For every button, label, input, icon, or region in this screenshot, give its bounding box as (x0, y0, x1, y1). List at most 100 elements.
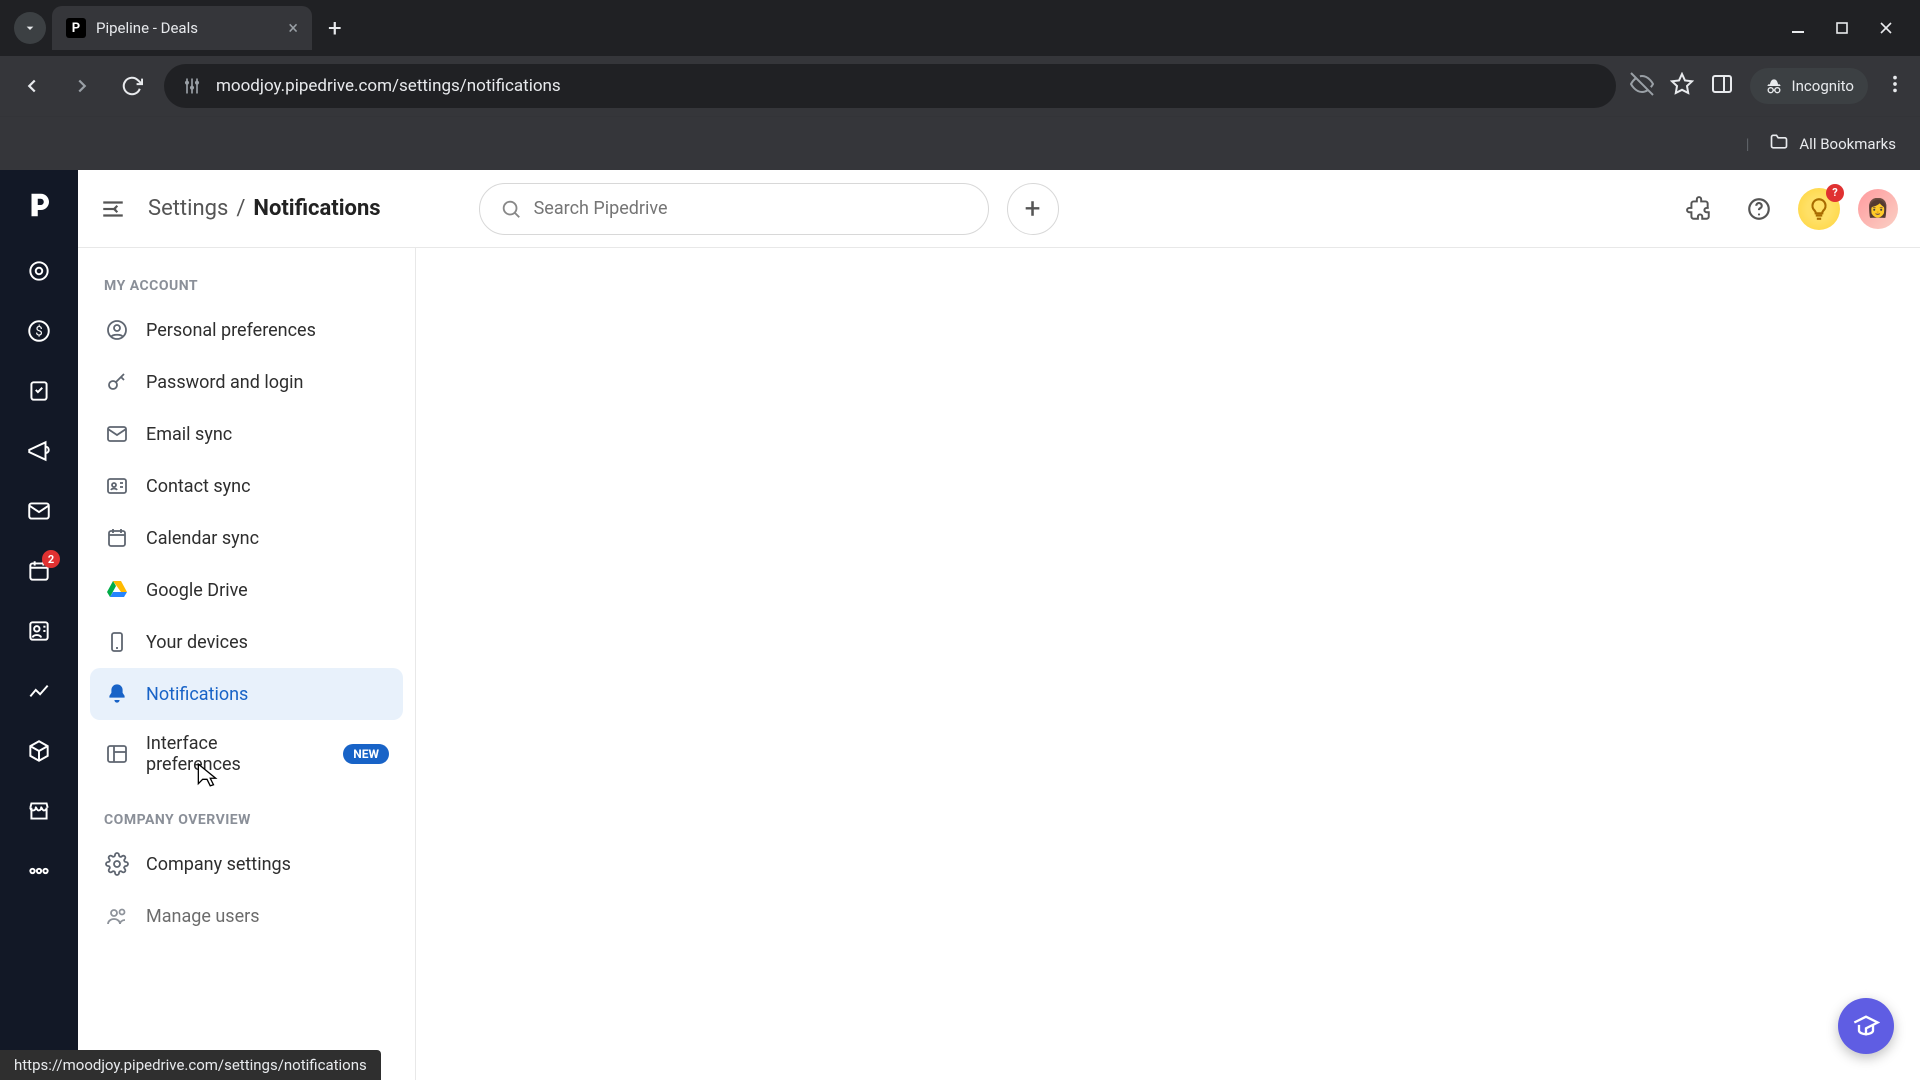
url-text: moodjoy.pipedrive.com/settings/notificat… (216, 76, 561, 96)
tips-badge: ? (1826, 184, 1844, 202)
nav-label: Email sync (146, 424, 232, 445)
key-icon (104, 369, 130, 395)
nav-label: Personal preferences (146, 320, 316, 341)
user-avatar[interactable]: 👩 (1858, 189, 1898, 229)
tab-search-button[interactable] (14, 12, 46, 44)
close-window-button[interactable] (1878, 20, 1894, 36)
all-bookmarks-button[interactable]: All Bookmarks (1799, 135, 1896, 153)
google-drive-icon (104, 577, 130, 603)
quick-add-button[interactable]: + (1007, 183, 1059, 235)
minimize-button[interactable] (1790, 20, 1806, 36)
nav-your-devices[interactable]: Your devices (90, 616, 403, 668)
status-bar-url: https://moodjoy.pipedrive.com/settings/n… (0, 1050, 381, 1080)
search-field[interactable] (479, 183, 989, 235)
nav-google-drive[interactable]: Google Drive (90, 564, 403, 616)
search-input[interactable] (534, 198, 968, 219)
page-title: Notifications (253, 196, 380, 221)
close-tab-icon[interactable]: × (288, 18, 298, 39)
nav-group-account: MY ACCOUNT (90, 268, 403, 304)
rail-activities[interactable]: 2 (16, 548, 62, 594)
eye-off-icon[interactable] (1630, 72, 1654, 100)
bookmark-separator: | (1746, 135, 1750, 153)
nav-label: Google Drive (146, 580, 248, 601)
nav-label: Interface preferences (146, 733, 286, 775)
nav-calendar-sync[interactable]: Calendar sync (90, 512, 403, 564)
bookmark-bar: | All Bookmarks (0, 116, 1920, 170)
rail-projects[interactable] (16, 368, 62, 414)
site-controls-icon[interactable] (182, 76, 202, 96)
nav-rail: $ 2 (0, 170, 78, 1080)
nav-label: Calendar sync (146, 528, 259, 549)
tab-favicon: P (66, 18, 86, 38)
breadcrumb-root[interactable]: Settings (148, 196, 228, 221)
nav-manage-users[interactable]: Manage users (90, 890, 403, 942)
nav-label: Notifications (146, 684, 248, 705)
nav-personal-preferences[interactable]: Personal preferences (90, 304, 403, 356)
device-icon (104, 629, 130, 655)
maximize-button[interactable] (1834, 20, 1850, 36)
incognito-indicator[interactable]: Incognito (1750, 68, 1868, 104)
nav-notifications[interactable]: Notifications (90, 668, 403, 720)
nav-label: Contact sync (146, 476, 251, 497)
incognito-label: Incognito (1792, 77, 1854, 95)
folder-icon (1769, 132, 1789, 156)
nav-password-login[interactable]: Password and login (90, 356, 403, 408)
rail-activities-badge: 2 (42, 550, 60, 568)
app-viewport: $ 2 Settings / Notifications + (0, 170, 1920, 1080)
rail-products[interactable] (16, 728, 62, 774)
mail-icon (104, 421, 130, 447)
nav-label: Manage users (146, 906, 260, 927)
rail-mail[interactable] (16, 488, 62, 534)
window-controls (1790, 20, 1912, 36)
help-icon[interactable] (1738, 188, 1780, 230)
top-bar: Settings / Notifications + ? 👩 (78, 170, 1920, 248)
bell-icon (104, 681, 130, 707)
nav-interface-preferences[interactable]: Interface preferences NEW (90, 720, 403, 788)
forward-button[interactable] (64, 68, 100, 104)
nav-contact-sync[interactable]: Contact sync (90, 460, 403, 512)
nav-label: Company settings (146, 854, 291, 875)
app-logo[interactable] (18, 184, 60, 226)
star-icon[interactable] (1670, 72, 1694, 100)
nav-email-sync[interactable]: Email sync (90, 408, 403, 460)
back-button[interactable] (14, 68, 50, 104)
nav-group-company: COMPANY OVERVIEW (90, 802, 403, 838)
settings-sidenav: MY ACCOUNT Personal preferences Password… (78, 248, 416, 1080)
svg-text:$: $ (35, 324, 42, 339)
content-area (416, 248, 1920, 1080)
layout-icon (104, 741, 130, 767)
rail-campaigns[interactable] (16, 428, 62, 474)
extensions-icon[interactable] (1678, 188, 1720, 230)
kebab-menu-icon[interactable] (1884, 73, 1906, 99)
gear-icon (104, 851, 130, 877)
tab-title: Pipeline - Deals (96, 19, 198, 37)
rail-more[interactable] (16, 848, 62, 894)
rail-deals[interactable]: $ (16, 308, 62, 354)
new-badge: NEW (343, 744, 389, 764)
calendar-icon (104, 525, 130, 551)
reload-button[interactable] (114, 68, 150, 104)
incognito-icon (1764, 76, 1784, 96)
rail-contacts[interactable] (16, 608, 62, 654)
learn-button[interactable] (1838, 998, 1894, 1054)
rail-leads[interactable] (16, 248, 62, 294)
users-icon (104, 903, 130, 929)
rail-marketplace[interactable] (16, 788, 62, 834)
breadcrumb: Settings / Notifications (148, 196, 381, 221)
tab-bar: P Pipeline - Deals × + (0, 0, 1920, 56)
panel-icon[interactable] (1710, 72, 1734, 100)
nav-company-settings[interactable]: Company settings (90, 838, 403, 890)
nav-label: Password and login (146, 372, 303, 393)
nav-label: Your devices (146, 632, 248, 653)
url-field[interactable]: moodjoy.pipedrive.com/settings/notificat… (164, 64, 1616, 108)
tips-button[interactable]: ? (1798, 188, 1840, 230)
contact-card-icon (104, 473, 130, 499)
breadcrumb-separator: / (236, 196, 245, 221)
search-icon (500, 198, 522, 220)
browser-chrome: P Pipeline - Deals × + moodjoy.pipedrive… (0, 0, 1920, 170)
menu-toggle-button[interactable] (100, 194, 130, 224)
browser-tab[interactable]: P Pipeline - Deals × (52, 6, 312, 50)
new-tab-button[interactable]: + (312, 14, 358, 42)
rail-insights[interactable] (16, 668, 62, 714)
user-circle-icon (104, 317, 130, 343)
